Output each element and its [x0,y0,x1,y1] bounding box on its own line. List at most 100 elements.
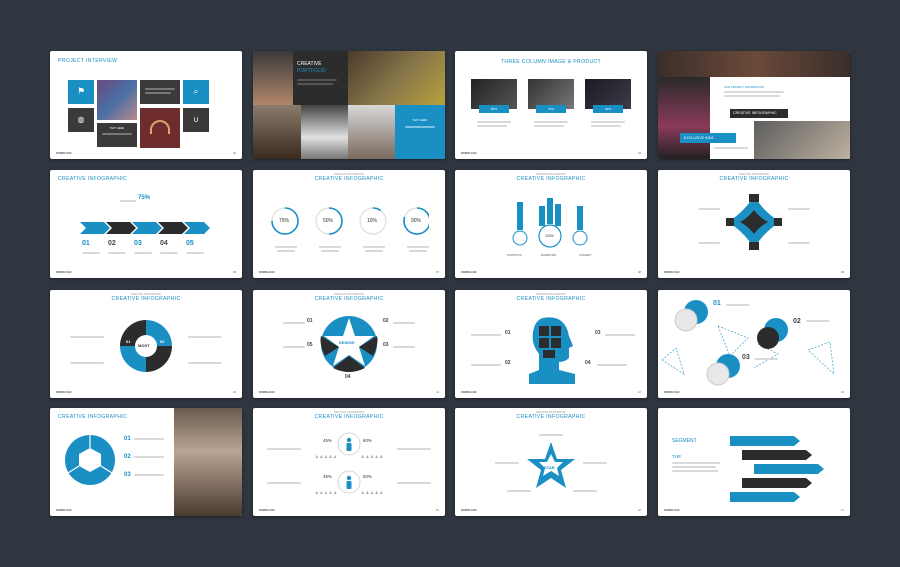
slide-title: PROJECT INTERVIEW [58,58,118,64]
text-tile-dark [140,80,180,104]
slide-thumbnail-people-percent[interactable]: CREATIVE INFOGRAPHIC CREATIVE INFOGRAPHI… [253,408,445,516]
slide-thumbnail-three-column[interactable]: THREE COLUMN IMAGE & PRODUCT 80% 70% 90%… [455,51,647,159]
people-row: ♟♟♟♟♟ [315,454,338,459]
step-number: 03 [595,330,601,336]
slide-thumbnail-arrow-steps[interactable]: CREATIVE INFOGRAPHIC 75% 01 02 03 04 05 … [50,170,242,278]
title-block: CREATIVE PORTFOLIO [293,51,348,105]
title-line-2: PORTFOLIO [297,68,326,74]
step-number: 01 [126,339,131,344]
people-row: ♟♟♟♟♟ [361,490,384,495]
caption-block: TEXT HERE [395,105,445,159]
slide-thumbnail-project-interview[interactable]: PROJECT INTERVIEW ⚑ ⌕ ◍ TEXT HERE ∪ DOWN… [50,51,242,159]
step-number: 01 [124,436,131,442]
step-number: 01 [713,300,721,307]
head-silhouette [529,317,575,384]
slide-thumbnail-bars-circles[interactable]: CREATIVE INFOGRAPHIC CREATIVE INFOGRAPHI… [455,170,647,278]
slide-title: CREATIVE INFOGRAPHIC [314,176,384,182]
slide-thumbnail-cross-shape[interactable]: CREATIVE INFOGRAPHIC CREATIVE INFOGRAPHI… [658,170,850,278]
search-icon: ⌕ [193,87,199,97]
circle-value: 75% [279,218,290,224]
photo-children [97,80,137,120]
step-number: 03 [134,240,142,247]
slide-title: CREATIVE INFOGRAPHIC [314,296,384,302]
slide-thumbnail-creative-portfolio[interactable]: CREATIVE PORTFOLIO TEXT HERE [253,51,445,159]
slide-thumbnail-head-infographic[interactable]: CREATIVE INFOGRAPHIC CREATIVE INFOGRAPHI… [455,290,647,398]
title-bar: CREATIVE INFOGRAPHIC [730,109,788,118]
slide-title: CREATIVE INFOGRAPHIC [314,414,384,420]
tile-magnet: ∪ [183,108,209,132]
landscape-photo [754,121,850,159]
people-row: ♟♟♟♟♟ [315,490,338,495]
step-number: 05 [186,240,194,247]
footer-brand: DOWNLOAD [664,509,680,512]
page-number: 08 [638,271,641,274]
caption-text: TEXT HERE [412,119,428,122]
page-number: 09 [841,271,844,274]
cross-infographic [726,194,782,250]
step-number: 03 [742,354,750,361]
percent-value: 60% [363,474,372,479]
step-bar [730,492,800,502]
step-number: 04 [160,240,168,247]
head-block [551,326,561,336]
page-number: 06 [233,271,236,274]
slide-title: CREATIVE INFOGRAPHIC [516,296,586,302]
tile-flag: ⚑ [68,80,94,104]
page-number: 15 [436,509,439,512]
subtitle: SEGMENT [672,438,697,444]
step-bar [754,464,824,474]
step-number: 03 [124,472,131,478]
slide-thumbnail-segment-steps[interactable]: SEGMENT THE DOWNLOAD 17 [658,408,850,516]
slide-title: THREE COLUMN IMAGE & PRODUCT [500,59,602,65]
slide-thumbnail-linked-circles[interactable]: 01 02 03 DOWNLOAD 13 [658,290,850,398]
bar-label: STATISTICS [507,254,522,257]
slide-thumbnail-most-circle[interactable]: CREATIVE INFOGRAPHIC CREATIVE INFOGRAPHI… [50,290,242,398]
bar-label: MARKETING [541,254,557,257]
title-line-1: CREATIVE [297,61,322,67]
person-icons [337,432,361,494]
step-number: 01 [82,240,90,247]
slide-thumbnail-star[interactable]: CREATIVE INFOGRAPHIC CREATIVE INFOGRAPHI… [455,408,647,516]
slide-thumbnail-design-star[interactable]: CREATIVE INFOGRAPHIC CREATIVE INFOGRAPHI… [253,290,445,398]
center-value: 100% [545,234,554,238]
footer-brand: DOWNLOAD [664,391,680,394]
tile-mic: ◍ [68,108,94,132]
footer-brand: DOWNLOAD [56,509,72,512]
page-number: 13 [841,391,844,394]
photo-sofa-scene [348,51,445,105]
people-row: ♟♟♟♟♟ [361,454,384,459]
step-bar [742,450,812,460]
step-number: 02 [505,360,511,366]
icon-badge [749,194,759,202]
footer-brand: DOWNLOAD [664,271,680,274]
page-number: 11 [436,391,439,394]
step-number: 02 [160,339,165,344]
bar [517,202,523,230]
slide-thumbnail-creative-infographic-photo[interactable]: OUR PROJECT INFORMATION CREATIVE INFOGRA… [658,51,850,159]
center-label: DESIGN [339,340,355,345]
badge-2: 70% [536,105,566,113]
step-number: 04 [345,374,351,380]
slide-title: CREATIVE INFOGRAPHIC [516,176,586,182]
step-number: 02 [383,318,389,324]
center-label: MOST [138,343,150,348]
heading: THE [672,454,682,459]
step-number: 01 [505,330,511,336]
footer-brand: DOWNLOAD [461,509,477,512]
step-number: 04 [585,360,591,366]
arrow-segment [80,222,110,234]
bar [547,198,553,224]
slide-thumbnail-hexagon-ring[interactable]: CREATIVE INFOGRAPHIC 01 02 03 DOWNLOAD [50,408,242,516]
bar-infographic [512,198,588,248]
photo-man-jumping [348,105,395,159]
slide-thumbnail-progress-circles[interactable]: CREATIVE INFOGRAPHIC CREATIVE INFOGRAPHI… [253,170,445,278]
bar [577,206,583,230]
tile-caption: TEXT HERE [109,127,125,130]
progress-circles [271,207,429,235]
page-number: 04 [638,152,641,155]
icon-badge [726,218,734,226]
node-circle [757,327,779,349]
center-label: STAR [544,465,555,470]
step-number: 02 [108,240,116,247]
page-number: 16 [638,509,641,512]
